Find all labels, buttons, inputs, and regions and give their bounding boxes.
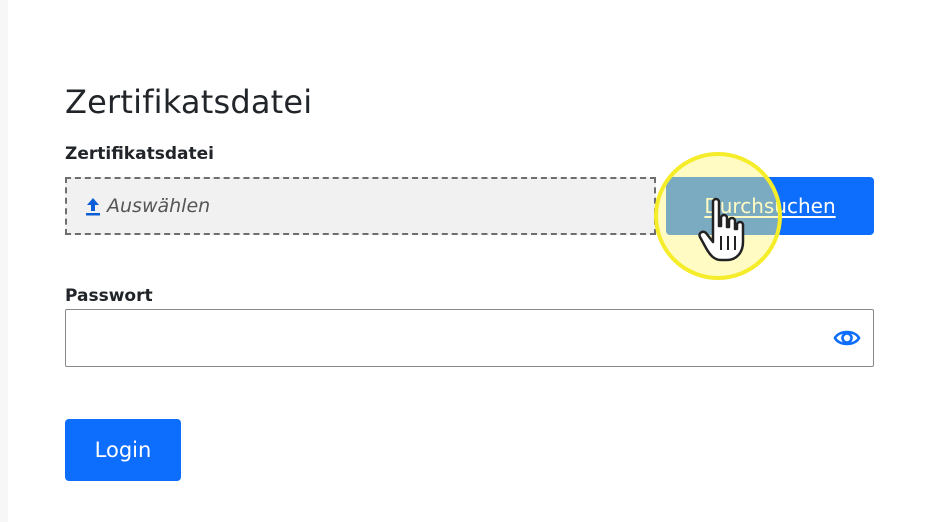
login-button[interactable]: Login [65, 419, 181, 481]
password-label: Passwort [65, 286, 153, 306]
certificate-file-dropzone[interactable]: Auswählen [65, 177, 656, 235]
certificate-label: Zertifikatsdatei [65, 144, 214, 164]
page-left-border [0, 0, 8, 522]
login-page: Zertifikatsdatei Zertifikatsdatei Auswäh… [0, 0, 928, 522]
eye-icon[interactable] [833, 326, 861, 350]
password-input[interactable] [66, 310, 826, 366]
page-title: Zertifikatsdatei [65, 83, 313, 121]
upload-arrow-icon [85, 196, 101, 216]
choose-file-text: Auswählen [107, 195, 211, 217]
browse-button[interactable]: Durchsuchen [666, 177, 874, 235]
password-field [65, 309, 874, 367]
